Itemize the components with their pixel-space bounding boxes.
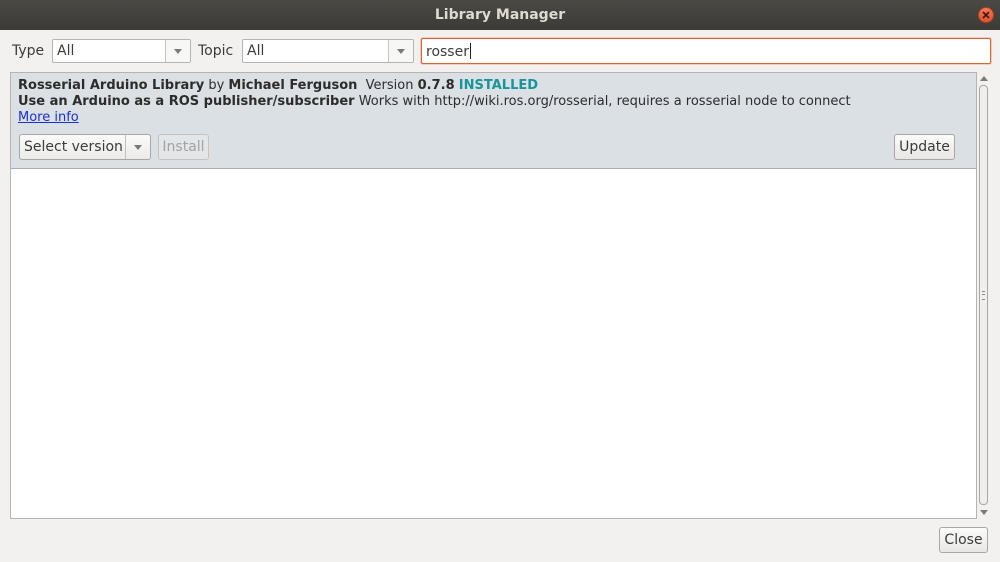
- version-label: Version: [365, 78, 414, 93]
- type-value: All: [57, 43, 75, 59]
- select-version-dropdown[interactable]: Select version: [19, 134, 151, 160]
- more-info-link[interactable]: More info: [18, 110, 79, 125]
- topic-value: All: [247, 43, 265, 59]
- type-label: Type: [12, 43, 45, 59]
- search-value: rosser: [426, 43, 471, 60]
- text-caret: [469, 43, 471, 59]
- more-info-row: More info: [18, 110, 79, 125]
- topic-dropdown[interactable]: All: [242, 39, 414, 63]
- topic-label: Topic: [198, 43, 234, 59]
- library-sentence: Use an Arduino as a ROS publisher/subscr…: [18, 94, 355, 109]
- library-description: Use an Arduino as a ROS publisher/subscr…: [18, 94, 851, 109]
- chevron-down-icon: [165, 40, 190, 62]
- filter-bar: Type All Topic All rosser: [0, 36, 1000, 66]
- update-button[interactable]: Update: [894, 134, 955, 160]
- select-version-label: Select version: [24, 139, 123, 155]
- library-header: Rosserial Arduino Library by Michael Fer…: [18, 78, 538, 93]
- scrollbar-thumb[interactable]: [979, 85, 988, 505]
- grip-icon: [982, 291, 985, 300]
- scroll-down-icon[interactable]: [980, 510, 988, 515]
- window-close-icon[interactable]: [978, 7, 994, 23]
- type-dropdown[interactable]: All: [52, 39, 191, 63]
- close-button[interactable]: Close: [939, 527, 988, 553]
- chevron-down-icon: [388, 40, 413, 62]
- vertical-scrollbar[interactable]: [978, 72, 990, 519]
- installed-badge: INSTALLED: [458, 78, 539, 93]
- library-list: Rosserial Arduino Library by Michael Fer…: [10, 72, 977, 519]
- scroll-up-icon[interactable]: [980, 76, 988, 81]
- window-title: Library Manager: [434, 7, 566, 23]
- library-name: Rosserial Arduino Library: [18, 78, 205, 93]
- library-author: Michael Ferguson: [228, 78, 358, 93]
- install-button[interactable]: Install: [158, 134, 209, 160]
- search-input[interactable]: rosser: [421, 38, 991, 64]
- title-bar: Library Manager: [0, 0, 1000, 30]
- library-version: 0.7.8: [417, 78, 455, 93]
- library-paragraph: Works with http://wiki.ros.org/rosserial…: [358, 94, 851, 109]
- chevron-down-icon: [125, 135, 150, 159]
- by-label: by: [208, 78, 225, 93]
- library-entry[interactable]: Rosserial Arduino Library by Michael Fer…: [11, 73, 976, 169]
